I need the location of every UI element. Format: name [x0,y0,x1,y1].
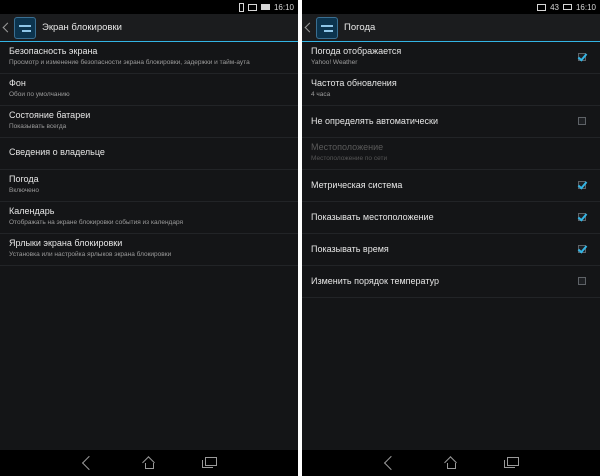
settings-app-icon[interactable] [14,16,36,39]
up-caret-icon[interactable] [304,22,315,33]
battery-percent: 43 [550,2,559,12]
setting-weather[interactable]: Погода Включено [0,170,298,202]
setting-summary: Включено [9,187,39,194]
checkbox-unchecked[interactable] [578,277,586,285]
navigation-bar [302,450,600,476]
setting-title: Состояние батареи [9,110,91,120]
setting-title: Безопасность экрана [9,46,98,56]
checkbox-unchecked[interactable] [578,117,586,125]
page-title: Погода [344,22,376,33]
battery-icon [562,4,572,10]
setting-summary: Обои по умолчанию [9,91,70,98]
action-bar: Экран блокировки [0,14,298,42]
home-nav-icon[interactable] [143,458,155,469]
mail-icon [537,3,547,11]
setting-title: Показывать местоположение [311,212,434,222]
setting-title: Изменить порядок температур [311,276,439,286]
setting-temp-order[interactable]: Изменить порядок температур [302,266,600,298]
setting-title: Местоположение [311,142,384,152]
setting-show-location[interactable]: Показывать местоположение [302,202,600,234]
setting-title: Показывать время [311,244,389,254]
setting-summary: Установка или настройка ярлыков экрана б… [9,251,172,258]
setting-summary: Просмотр и изменение безопасности экрана… [9,59,250,66]
setting-battery-status[interactable]: Состояние батареи Показывать всегда [0,106,298,138]
recent-apps-icon[interactable] [504,457,519,468]
home-nav-icon[interactable] [445,458,457,469]
setting-screen-security[interactable]: Безопасность экрана Просмотр и изменение… [0,42,298,74]
page-title: Экран блокировки [42,22,122,33]
setting-title: Метрическая система [311,180,403,190]
setting-owner-info[interactable]: Сведения о владельце [0,138,298,170]
setting-summary: Показывать всегда [9,123,67,130]
checkbox-checked[interactable] [578,245,586,253]
setting-weather-shown[interactable]: Погода отображается Yahoo! Weather [302,42,600,74]
setting-title: Не определять автоматически [311,116,439,126]
setting-show-time[interactable]: Показывать время [302,234,600,266]
status-bar: 16:10 [0,0,298,14]
checkbox-checked[interactable] [578,213,586,221]
checkbox-checked[interactable] [578,181,586,189]
up-caret-icon[interactable] [2,22,13,33]
setting-no-auto-detect[interactable]: Не определять автоматически [302,106,600,138]
setting-wallpaper[interactable]: Фон Обои по умолчанию [0,74,298,106]
setting-title: Частота обновления [311,78,397,88]
setting-calendar[interactable]: Календарь Отображать на экране блокировк… [0,202,298,234]
signal-icon [238,2,244,12]
setting-lock-shortcuts[interactable]: Ярлыки экрана блокировки Установка или н… [0,234,298,266]
setting-title: Календарь [9,206,55,216]
back-nav-icon[interactable] [81,455,97,471]
status-time: 16:10 [575,2,596,12]
settings-list: Безопасность экрана Просмотр и изменение… [0,42,298,266]
mail-icon [247,3,257,11]
setting-title: Погода отображается [311,46,402,56]
setting-summary: 4 часа [311,91,331,98]
setting-title: Сведения о владельце [9,147,105,157]
setting-title: Ярлыки экрана блокировки [9,238,123,248]
setting-location: Местоположение Местоположение по сети [302,138,600,170]
setting-summary: Отображать на экране блокировки события … [9,219,184,226]
weather-settings: 43 16:10 Погода Погода отображается Yaho… [302,0,600,476]
back-nav-icon[interactable] [383,455,399,471]
setting-metric-system[interactable]: Метрическая система [302,170,600,202]
settings-list: Погода отображается Yahoo! Weather Часто… [302,42,600,298]
settings-app-icon[interactable] [316,16,338,39]
status-time: 16:10 [273,2,294,12]
lock-screen-settings: 16:10 Экран блокировки Безопасность экра… [0,0,298,476]
action-bar: Погода [302,14,600,42]
status-bar: 43 16:10 [302,0,600,14]
navigation-bar [0,450,298,476]
setting-summary: Местоположение по сети [311,155,388,162]
recent-apps-icon[interactable] [202,457,217,468]
battery-icon [260,4,270,10]
setting-title: Погода [9,174,39,184]
setting-title: Фон [9,78,26,88]
checkbox-checked[interactable] [578,53,586,61]
setting-update-frequency[interactable]: Частота обновления 4 часа [302,74,600,106]
setting-summary: Yahoo! Weather [311,59,358,66]
